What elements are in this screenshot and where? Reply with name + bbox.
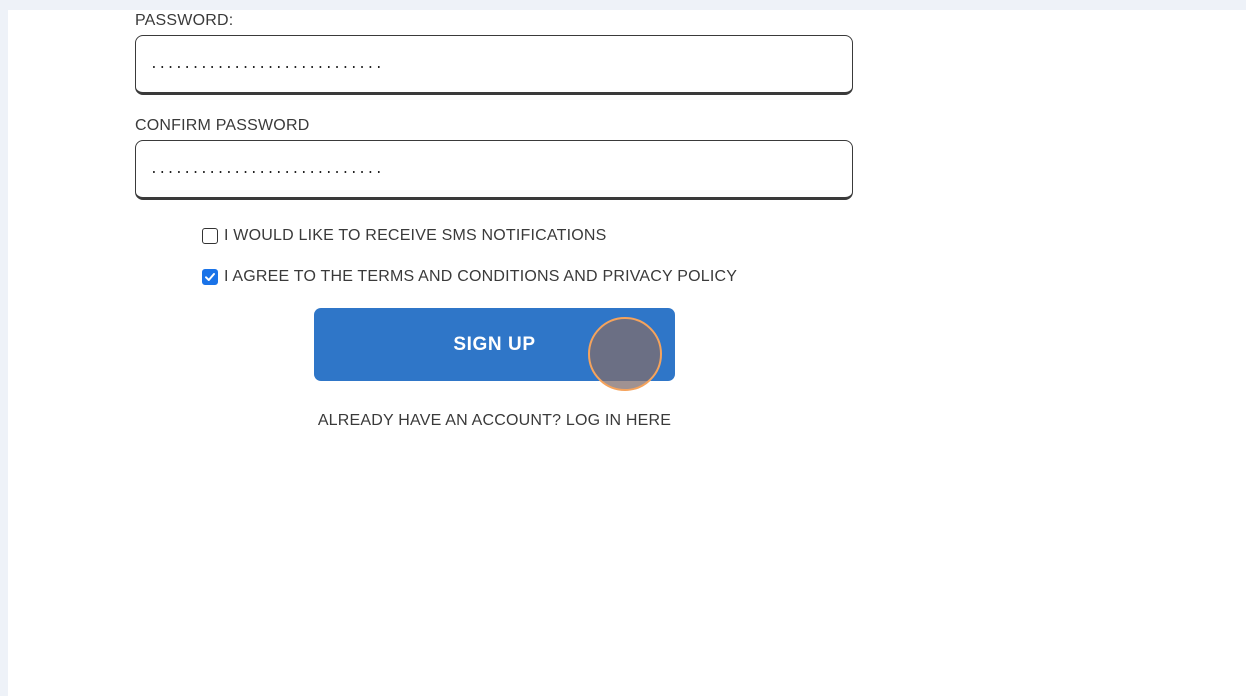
sms-notifications-checkbox[interactable] (202, 228, 218, 244)
checkmark-icon (205, 273, 215, 281)
sign-up-button[interactable]: SIGN UP (314, 308, 675, 381)
confirm-password-input[interactable] (135, 140, 853, 200)
sms-notifications-label: I WOULD LIKE TO RECEIVE SMS NOTIFICATION… (224, 227, 607, 244)
terms-agreement-option[interactable]: I AGREE TO THE TERMS AND CONDITIONS AND … (202, 268, 737, 286)
password-label: PASSWORD: (135, 12, 234, 29)
password-input[interactable] (135, 35, 853, 95)
terms-agreement-label: I AGREE TO THE TERMS AND CONDITIONS AND … (224, 268, 738, 285)
confirm-password-label: CONFIRM PASSWORD (135, 117, 310, 134)
sms-notifications-option[interactable]: I WOULD LIKE TO RECEIVE SMS NOTIFICATION… (202, 227, 606, 245)
terms-agreement-checkbox[interactable] (202, 269, 218, 285)
signup-form-page: PASSWORD: CONFIRM PASSWORD I WOULD LIKE … (8, 10, 1246, 696)
login-link[interactable]: ALREADY HAVE AN ACCOUNT? LOG IN HERE (298, 412, 691, 430)
